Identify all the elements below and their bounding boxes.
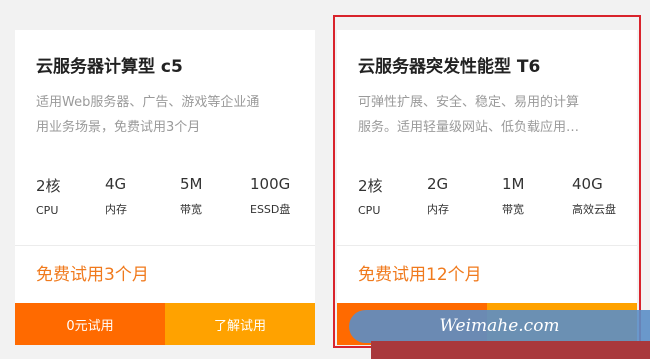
spec-value: 2核 — [358, 177, 383, 195]
promo-text: 免费试用12个月 — [358, 265, 482, 285]
card-title: 云服务器计算型 c5 — [36, 57, 183, 77]
spec-value: 2G — [427, 175, 449, 193]
card-title: 云服务器突发性能型 T6 — [358, 57, 541, 77]
spec-unit: 带宽 — [180, 203, 202, 216]
spec-unit: CPU — [36, 204, 59, 217]
card-description-line: 可弹性扩展、安全、稳定、易用的计算 — [358, 95, 580, 110]
spec-unit: ESSD盘 — [250, 203, 291, 216]
divider — [15, 245, 315, 246]
spec-bandwidth: 5M 带宽 — [180, 175, 203, 217]
promo-text: 免费试用3个月 — [36, 265, 149, 285]
spec-list: 2核 CPU 2G 内存 1M 带宽 40G 高效云盘 — [358, 175, 628, 225]
card-description-line: 用业务场景，免费试用3个月 — [36, 120, 201, 135]
spec-unit: CPU — [358, 204, 381, 217]
spec-unit: 高效云盘 — [572, 203, 616, 216]
product-card-t6: 云服务器突发性能型 T6 可弹性扩展、安全、稳定、易用的计算 服务。适用轻量级网… — [337, 30, 637, 345]
spec-disk: 40G 高效云盘 — [572, 175, 616, 217]
watermark: Weimahe.com — [349, 310, 650, 359]
card-description-line: 服务。适用轻量级网站、低负载应用… — [358, 120, 580, 135]
spec-memory: 4G 内存 — [105, 175, 127, 217]
spec-value: 4G — [105, 175, 127, 193]
spec-unit: 带宽 — [502, 203, 524, 216]
spec-unit: 内存 — [427, 203, 449, 216]
spec-list: 2核 CPU 4G 内存 5M 带宽 100G ESSD盘 — [36, 175, 306, 225]
free-trial-button[interactable]: 0元试用 — [15, 303, 165, 345]
spec-unit: 内存 — [105, 203, 127, 216]
divider — [337, 245, 637, 246]
spec-disk: 100G ESSD盘 — [250, 175, 290, 217]
spec-memory: 2G 内存 — [427, 175, 449, 217]
spec-value: 1M — [502, 175, 525, 193]
learn-trial-button[interactable]: 了解试用 — [165, 303, 315, 345]
watermark-red-band — [371, 341, 650, 359]
spec-value: 2核 — [36, 177, 61, 195]
spec-value: 40G — [572, 175, 603, 193]
card-description-line: 适用Web服务器、广告、游戏等企业通 — [36, 95, 260, 110]
card-description: 可弹性扩展、安全、稳定、易用的计算 服务。适用轻量级网站、低负载应用… — [358, 90, 623, 140]
product-card-c5: 云服务器计算型 c5 适用Web服务器、广告、游戏等企业通 用业务场景，免费试用… — [15, 30, 315, 345]
spec-bandwidth: 1M 带宽 — [502, 175, 525, 217]
spec-cpu: 2核 CPU — [358, 175, 383, 217]
spec-value: 5M — [180, 175, 203, 193]
watermark-text: Weimahe.com — [439, 316, 560, 336]
spec-cpu: 2核 CPU — [36, 175, 61, 217]
card-description: 适用Web服务器、广告、游戏等企业通 用业务场景，免费试用3个月 — [36, 90, 301, 140]
spec-value: 100G — [250, 175, 291, 193]
